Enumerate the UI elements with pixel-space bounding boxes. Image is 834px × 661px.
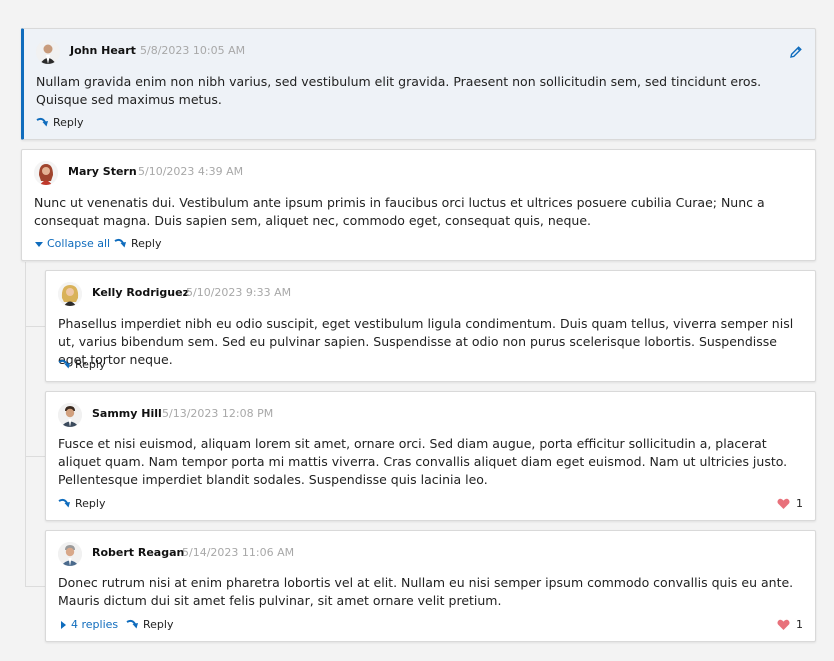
reply-button[interactable]: Reply <box>58 358 105 371</box>
avatar <box>34 161 58 185</box>
avatar <box>58 403 82 427</box>
comment-date: 5/8/2023 10:05 AM <box>140 44 246 57</box>
collapse-all-button[interactable]: Collapse all <box>34 237 110 250</box>
comment-text: Nullam gravida enim non nibh varius, sed… <box>36 74 762 107</box>
reply-arrow-icon <box>36 117 48 126</box>
comment-card[interactable]: Mary Stern 5/10/2023 4:39 AM Nunc ut ven… <box>21 149 816 261</box>
show-replies-button[interactable]: 4 replies <box>58 618 118 631</box>
reply-arrow-icon <box>114 238 126 247</box>
comment-card[interactable]: Kelly Rodriguez 5/10/2023 9:33 AM Phasel… <box>45 270 816 382</box>
comment-header: Kelly Rodriguez 5/10/2023 9:33 AM <box>58 282 803 306</box>
heart-icon <box>777 619 790 630</box>
reply-arrow-icon <box>126 619 138 628</box>
reply-button[interactable]: Reply <box>58 497 105 510</box>
avatar <box>58 542 82 566</box>
replies-count-label: 4 replies <box>71 618 119 631</box>
comment-header: Sammy Hill 5/13/2023 12:08 PM <box>58 403 803 427</box>
thread-connector-tick <box>25 456 45 457</box>
thread-connector-line <box>25 262 26 587</box>
reply-arrow-icon <box>58 359 70 368</box>
heart-icon <box>777 498 790 509</box>
comment-author: Robert Reagan <box>92 546 185 559</box>
pencil-icon[interactable] <box>789 44 803 58</box>
like-count: 1 <box>796 618 803 631</box>
thread-connector-tick <box>25 586 45 587</box>
reply-button[interactable]: Reply <box>126 618 173 631</box>
thread-connector-tick <box>25 326 45 327</box>
comment-actions: 4 replies Reply 1 <box>58 618 803 636</box>
comment-actions: Collapse all Reply <box>34 237 803 255</box>
reply-button[interactable]: Reply <box>36 116 83 129</box>
comment-date: 5/13/2023 12:08 PM <box>162 407 274 420</box>
reply-button[interactable]: Reply <box>114 237 161 250</box>
reply-label: Reply <box>53 116 84 129</box>
comment-card[interactable]: Robert Reagan 5/14/2023 11:06 AM Donec r… <box>45 530 816 642</box>
comment-text: Fusce et nisi euismod, aliquam lorem sit… <box>58 436 788 487</box>
comment-author: Mary Stern <box>68 165 137 178</box>
collapse-all-label: Collapse all <box>47 237 111 250</box>
caret-down-icon <box>35 241 43 247</box>
comment-header: Robert Reagan 5/14/2023 11:06 AM <box>58 542 803 566</box>
comment-card[interactable]: Sammy Hill 5/13/2023 12:08 PM Fusce et n… <box>45 391 816 521</box>
comment-author: Kelly Rodriguez <box>92 286 189 299</box>
reply-arrow-icon <box>58 498 70 507</box>
comment-date: 5/10/2023 4:39 AM <box>138 165 244 178</box>
comment-date: 5/14/2023 11:06 AM <box>182 546 295 559</box>
comment-actions: Reply <box>36 116 803 134</box>
comment-actions: Reply 1 <box>58 497 803 515</box>
avatar <box>58 282 82 306</box>
comment-text: Donec rutrum nisi at enim pharetra lobor… <box>58 575 794 608</box>
comment-header: Mary Stern 5/10/2023 4:39 AM <box>34 161 803 185</box>
comment-author: Sammy Hill <box>92 407 162 420</box>
reply-label: Reply <box>131 237 162 250</box>
comment-actions: Reply <box>58 358 803 376</box>
comment-author: John Heart <box>70 44 136 57</box>
reply-label: Reply <box>75 358 106 371</box>
like-button[interactable]: 1 <box>777 618 803 631</box>
comment-date: 5/10/2023 9:33 AM <box>186 286 292 299</box>
caret-right-icon <box>61 620 66 629</box>
comment-text: Nunc ut venenatis dui. Vestibulum ante i… <box>34 195 765 228</box>
reply-label: Reply <box>75 497 106 510</box>
comment-card[interactable]: John Heart 5/8/2023 10:05 AM Nullam grav… <box>21 28 816 140</box>
like-button[interactable]: 1 <box>777 497 803 510</box>
avatar <box>36 40 60 64</box>
reply-label: Reply <box>143 618 174 631</box>
like-count: 1 <box>796 497 803 510</box>
comment-header: John Heart 5/8/2023 10:05 AM <box>36 40 803 64</box>
